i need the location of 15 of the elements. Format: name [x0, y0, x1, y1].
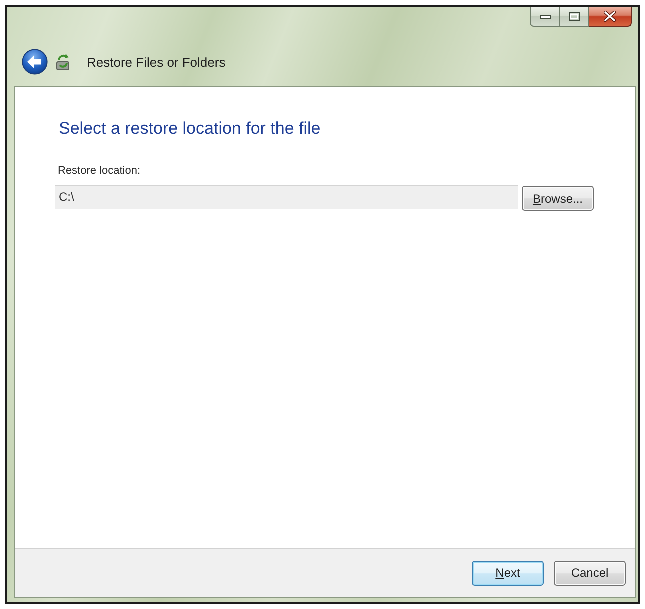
window-title: Restore Files or Folders [87, 54, 226, 70]
minimize-icon [540, 14, 550, 18]
minimize-button[interactable] [530, 7, 559, 27]
instruction-heading: Select a restore location for the file [59, 119, 322, 139]
close-button[interactable] [589, 7, 632, 27]
browse-button[interactable]: Browse... [522, 186, 594, 211]
next-button[interactable]: Next [472, 560, 544, 586]
field-label: Restore location: [58, 165, 141, 177]
back-button[interactable] [22, 49, 48, 75]
maximize-icon [568, 12, 580, 21]
cancel-button[interactable]: Cancel [554, 560, 626, 586]
close-icon [604, 11, 616, 22]
maximize-button[interactable] [559, 7, 589, 27]
location-field[interactable]: C:\ [55, 184, 518, 208]
circular-arrows-icon [55, 53, 71, 71]
